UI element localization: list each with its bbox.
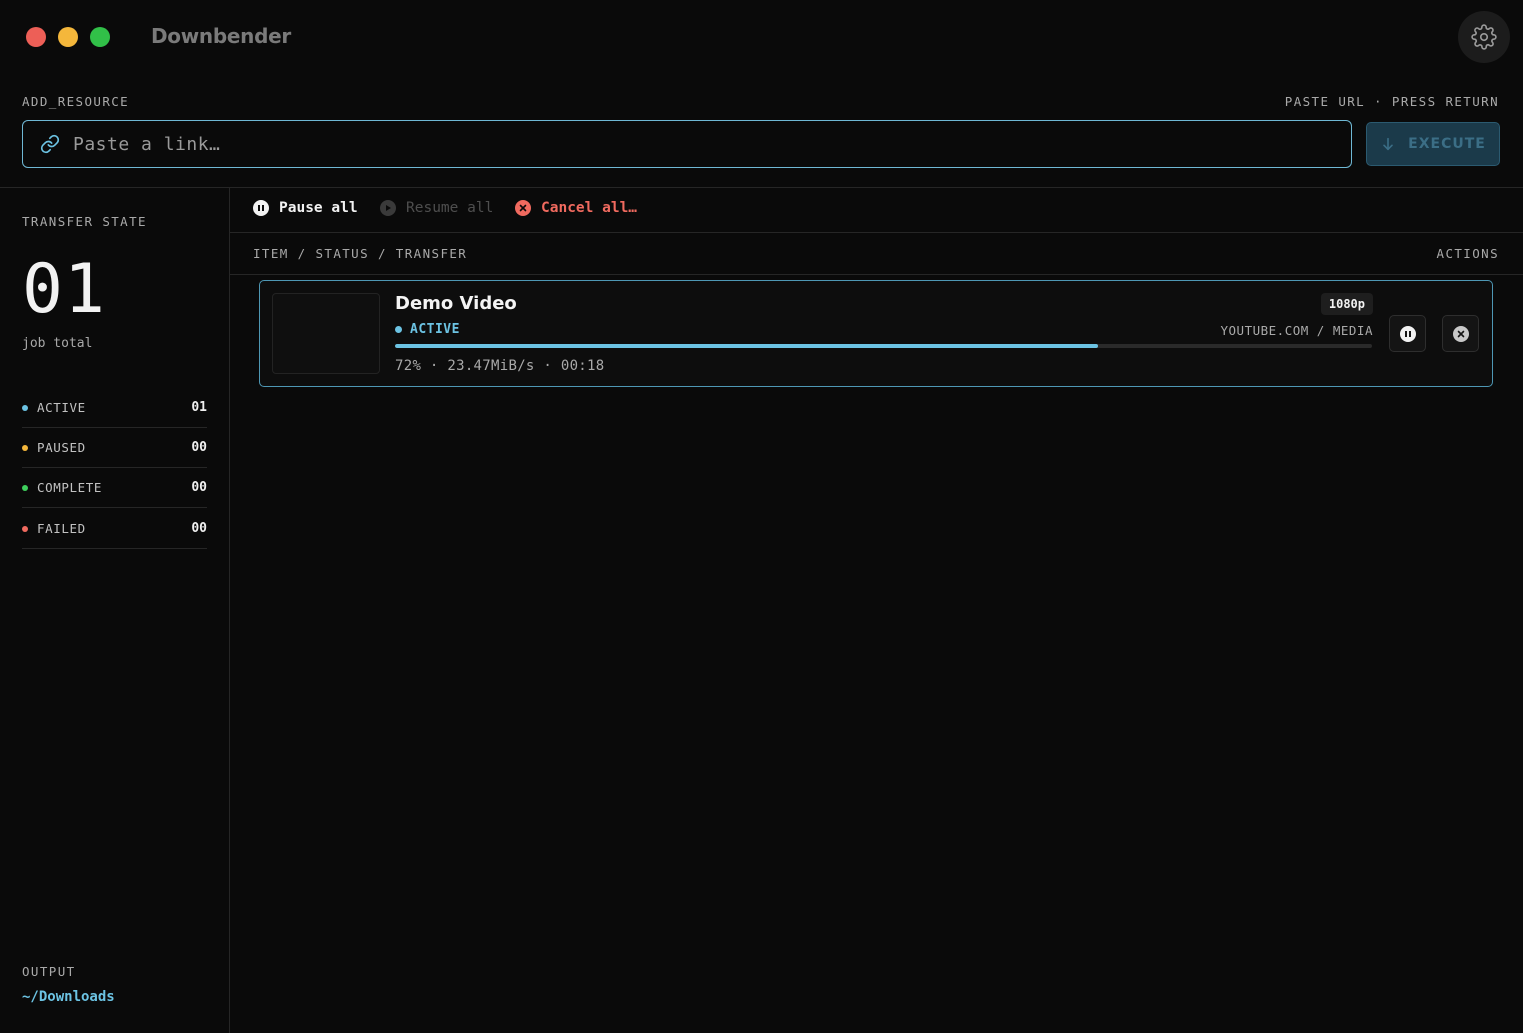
list-column-header: ITEM / STATUS / TRANSFER [253,246,468,261]
app-title: Downbender [151,24,291,48]
toolbar-divider [230,232,1523,233]
stat-row-paused: PAUSED 00 [22,428,207,468]
cancel-all-label: Cancel all… [541,200,638,216]
url-input[interactable] [73,121,1351,167]
status-dot [22,404,28,411]
pause-icon [253,200,269,216]
stat-name: ACTIVE [37,400,86,415]
add-resource-hint: PASTE URL · PRESS RETURN [1284,94,1499,109]
add-resource-label: ADD_RESOURCE [22,94,130,109]
stat-value: 00 [191,480,207,495]
stat-name: FAILED [37,521,86,536]
actions-column-header: ACTIONS [1436,246,1499,261]
transfer-state-label: TRANSFER STATE [22,214,147,229]
stat-value: 01 [191,400,207,415]
settings-button[interactable] [1458,11,1510,63]
status-label: ACTIVE [410,322,460,337]
status-dot [22,525,28,532]
source-label: YOUTUBE.COM / MEDIA [1220,323,1373,338]
status-dot [22,444,28,451]
pause-icon [1399,325,1416,342]
job-count: 01 [22,250,106,329]
execute-button[interactable]: EXECUTE [1366,122,1500,166]
output-label: OUTPUT [22,964,76,979]
quality-badge: 1080p [1320,293,1373,315]
transfer-meta: 72% · 23.47MiB/s · 00:18 [395,358,605,374]
job-count-label: job total [22,336,93,351]
stat-name: PAUSED [37,440,86,455]
link-icon [39,133,61,155]
arrow-down-icon [1383,137,1393,151]
stat-value: 00 [191,440,207,455]
thumbnail [272,293,380,374]
sidebar-divider [229,188,230,1033]
stat-row-complete: COMPLETE 00 [22,468,207,508]
stat-row-active: ACTIVE 01 [22,388,207,428]
url-field[interactable] [22,120,1352,168]
resume-all-button[interactable]: Resume all [380,200,493,216]
window-minimize-button[interactable] [58,27,78,47]
status-dot [22,484,28,491]
list-header-divider [230,274,1523,275]
gear-icon [1471,24,1497,50]
close-circle-icon [1452,325,1469,342]
progress-bar [395,344,1372,348]
pause-all-button[interactable]: Pause all [253,200,358,216]
resume-all-label: Resume all [406,200,494,216]
status-badge: ACTIVE [395,322,460,337]
stat-value: 00 [191,521,207,536]
item-title: Demo Video [395,293,517,314]
cancel-all-button[interactable]: Cancel all… [515,200,637,216]
stat-name: COMPLETE [37,480,103,495]
window-zoom-button[interactable] [90,27,110,47]
item-pause-button[interactable] [1389,315,1426,352]
progress-fill [395,344,1099,348]
stat-row-failed: FAILED 00 [22,509,207,549]
download-item[interactable]: Demo Video ACTIVE 1080p YOUTUBE.COM / ME… [259,280,1493,387]
item-cancel-button[interactable] [1442,315,1479,352]
pause-all-label: Pause all [279,200,358,216]
play-icon [380,200,396,216]
close-circle-icon [515,200,531,216]
output-path-link[interactable]: ~/Downloads [22,989,115,1005]
window-close-button[interactable] [26,27,46,47]
execute-label: EXECUTE [1408,136,1486,152]
status-dot [395,326,402,333]
